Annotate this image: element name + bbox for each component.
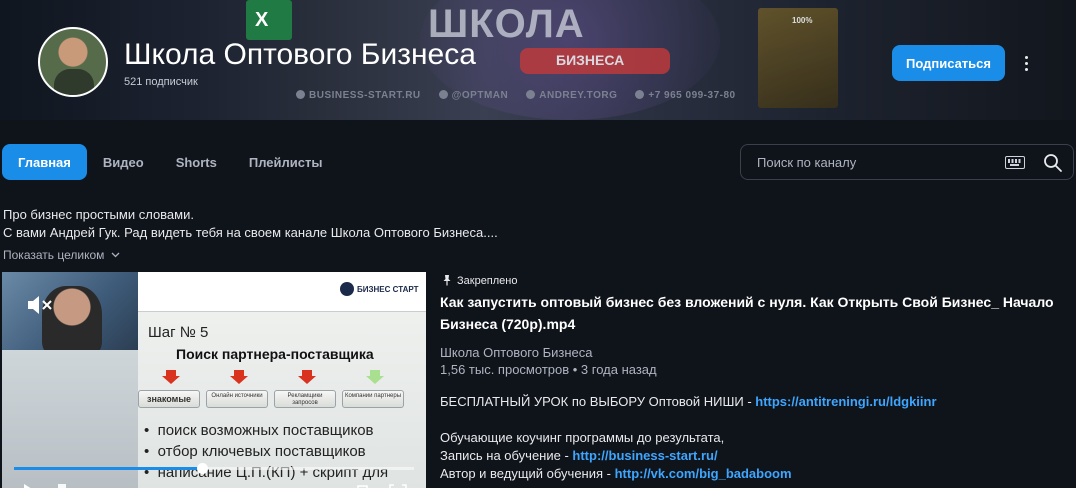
tab-videos[interactable]: Видео: [87, 144, 160, 180]
description-text: БЕСПЛАТНЫЙ УРОК по ВЫБОРУ Оптовой НИШИ -: [440, 394, 756, 409]
description-text: Автор и ведущий обучения -: [440, 466, 615, 481]
banner-contact-site-text: BUSINESS-START.RU: [309, 90, 421, 101]
slide-logo: БИЗНЕС СТАРТ: [340, 282, 418, 296]
mute-icon[interactable]: [26, 294, 54, 316]
subscriber-count: 521 подписчик: [124, 76, 198, 88]
progress-handle[interactable]: [197, 463, 208, 474]
avatar-body: [54, 69, 94, 95]
free-lesson-link[interactable]: https://antitreningi.ru/ldgkiinr: [755, 394, 936, 409]
more-options-icon[interactable]: [1014, 48, 1038, 78]
user-icon: [526, 90, 536, 99]
channel-search[interactable]: Поиск по каналу: [740, 144, 1074, 180]
banner-contact-user: ANDREY.TORG: [526, 90, 617, 101]
channel-title: Школа Оптового Бизнеса: [124, 38, 476, 71]
progress-bar[interactable]: [14, 463, 414, 474]
progress-fill: [14, 467, 202, 470]
channel-tabs: Главная Видео Shorts Плейлисты: [2, 144, 338, 180]
show-more-link[interactable]: Показать целиком: [3, 248, 120, 262]
arrow-down-icon: [366, 370, 384, 384]
slide-bullet-text: отбор ключевых поставщиков: [157, 443, 366, 460]
slide-bullet: • поиск возможных поставщиков: [144, 422, 374, 439]
chevron-down-icon: [111, 252, 120, 258]
slide-heading: Поиск партнера-поставщика: [176, 346, 374, 362]
slide-bullets: • поиск возможных поставщиков • отбор кл…: [144, 420, 388, 483]
banner-contacts: BUSINESS-START.RU @OPTMAN ANDREY.TORG +7…: [296, 90, 736, 101]
author-link[interactable]: http://vk.com/big_badaboom: [615, 466, 792, 481]
video-channel-name[interactable]: Школа Оптового Бизнеса: [440, 345, 593, 360]
slide-bullet-text: поиск возможных поставщиков: [157, 422, 374, 439]
tab-playlists[interactable]: Плейлисты: [233, 144, 339, 180]
arrow-down-icon: [162, 370, 180, 384]
description-row: БЕСПЛАТНЫЙ УРОК по ВЫБОРУ Оптовой НИШИ -…: [440, 393, 937, 411]
slide-step: Шаг № 5: [148, 324, 209, 341]
featured-video-player[interactable]: БИЗНЕС СТАРТ Шаг № 5 Поиск партнера-пост…: [2, 272, 426, 488]
player-controls: [24, 484, 407, 488]
banner-contact-site: BUSINESS-START.RU: [296, 90, 421, 101]
banner-book-text: 100%: [792, 16, 813, 25]
pinned-label: Закреплено: [441, 274, 518, 287]
slide-box-3: Рекламщики запросов: [274, 390, 336, 408]
video-title[interactable]: Как запустить оптовый бизнес без вложени…: [440, 291, 1070, 335]
slide-box-4: Компании партнеры: [342, 390, 404, 408]
subscribe-button[interactable]: Подписаться: [892, 45, 1005, 81]
tab-home[interactable]: Главная: [2, 144, 87, 180]
slide-bullet: • отбор ключевых поставщиков: [144, 443, 366, 460]
banner-contact-phone: +7 965 099-37-80: [635, 90, 735, 101]
video-description: БЕСПЛАТНЫЙ УРОК по ВЫБОРУ Оптовой НИШИ -…: [440, 393, 937, 483]
globe-icon: [296, 90, 305, 99]
phone-icon: [635, 90, 645, 99]
description-row: Запись на обучение - http://business-sta…: [440, 447, 937, 465]
pinned-text: Закреплено: [457, 275, 518, 287]
keyboard-icon[interactable]: [1005, 156, 1025, 169]
banner-pill: БИЗНЕСА: [520, 48, 670, 74]
description-line-2: С вами Андрей Гук. Рад видеть тебя на св…: [3, 225, 498, 240]
play-icon: [24, 484, 31, 488]
signup-link[interactable]: http://business-start.ru/: [572, 448, 717, 463]
video-meta: 1,56 тыс. просмотров • 3 года назад: [440, 362, 657, 377]
banner-book: 100%: [758, 8, 838, 108]
description-row: Обучающие коучинг программы до результат…: [440, 430, 725, 445]
next-icon: [58, 484, 66, 488]
description-line-1: Про бизнес простыми словами.: [3, 207, 194, 222]
banner-contact-phone-text: +7 965 099-37-80: [648, 90, 736, 101]
banner-contact-telegram: @OPTMAN: [438, 90, 509, 101]
excel-icon: X: [246, 0, 292, 40]
banner-pill-text: БИЗНЕСА: [556, 52, 625, 68]
search-icon[interactable]: [1043, 153, 1063, 173]
channel-avatar[interactable]: [38, 27, 108, 97]
slide-box-2: Онлайн источники: [206, 390, 268, 408]
description-text: Запись на обучение -: [440, 448, 573, 463]
channel-description: Про бизнес простыми словами. С вами Андр…: [3, 206, 498, 242]
webcam-overlay: [2, 272, 138, 350]
pin-icon: [443, 275, 451, 286]
excel-letter: X: [255, 9, 269, 31]
arrow-down-icon: [298, 370, 316, 384]
show-more-label: Показать целиком: [3, 248, 105, 262]
slide-box-1: знакомые: [138, 390, 200, 408]
banner-contact-telegram-text: @OPTMAN: [451, 90, 509, 101]
description-row: Автор и ведущий обучения - http://vk.com…: [440, 465, 937, 483]
slide-logo-text: БИЗНЕС СТАРТ: [357, 285, 419, 294]
tab-shorts[interactable]: Shorts: [160, 144, 233, 180]
arrow-down-icon: [230, 370, 248, 384]
telegram-icon: [438, 90, 448, 99]
search-input[interactable]: Поиск по каналу: [757, 155, 856, 170]
banner-contact-user-text: ANDREY.TORG: [539, 90, 618, 101]
